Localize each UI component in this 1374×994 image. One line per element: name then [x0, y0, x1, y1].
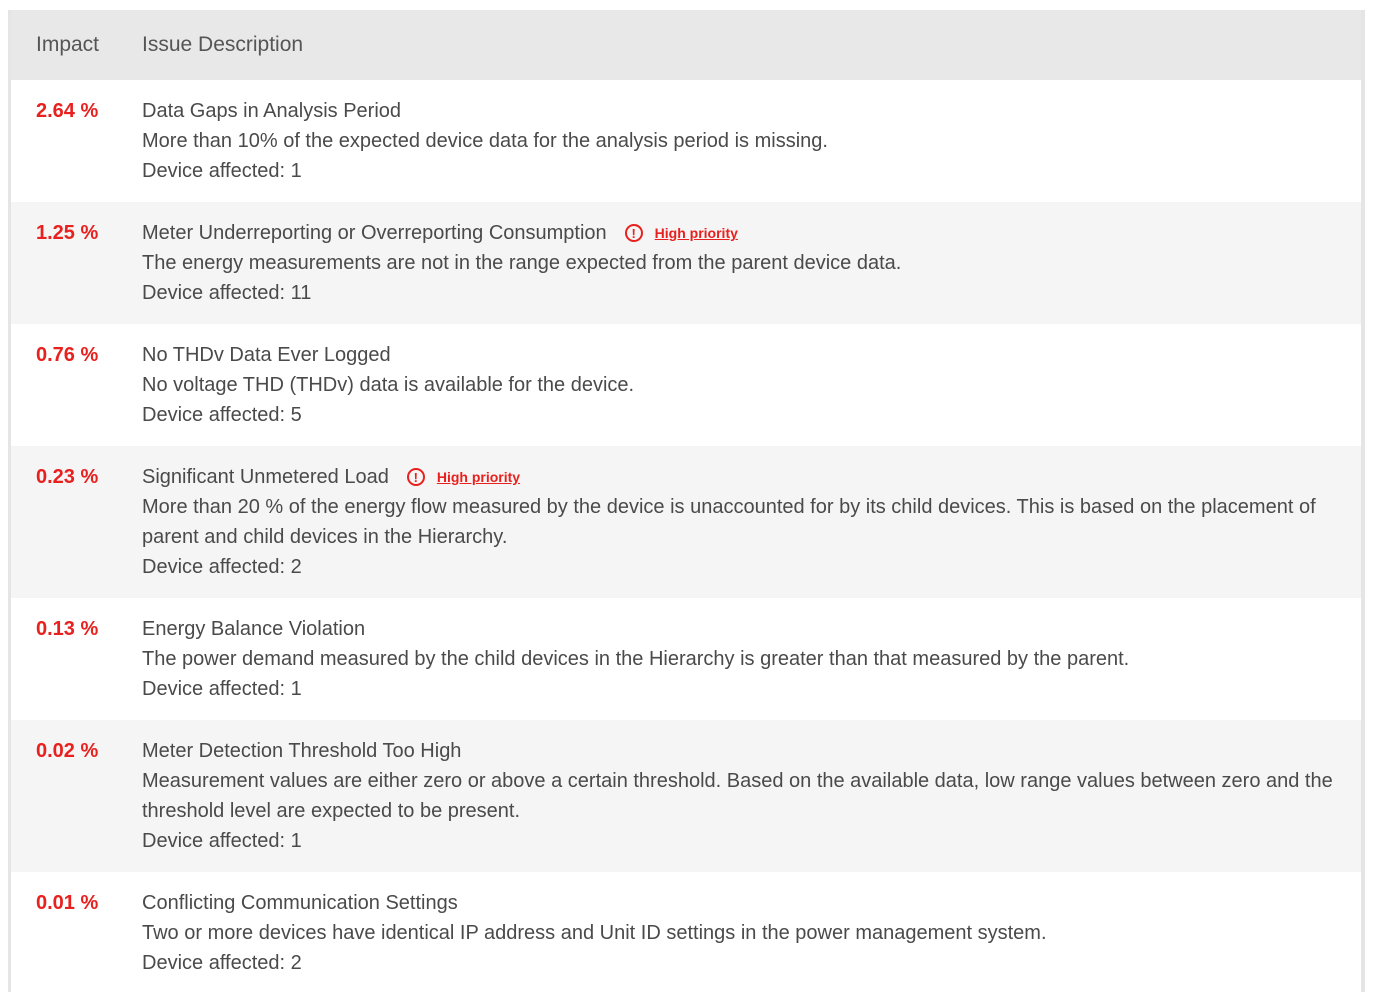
impact-value: 0.76 %: [36, 344, 99, 366]
issue-affected: Device affected: 5: [142, 404, 302, 426]
issue-title-line: No THDv Data Ever Logged: [142, 340, 1341, 370]
issue-description: No THDv Data Ever Logged No voltage THD …: [142, 340, 1361, 446]
issue-affected: Device affected: 2: [142, 556, 302, 578]
issue-title: Significant Unmetered Load: [142, 466, 389, 488]
issue-description: Energy Balance Violation The power deman…: [142, 614, 1361, 720]
issue-row: 2.64 % Data Gaps in Analysis Period More…: [11, 80, 1361, 202]
issue-detail: Measurement values are either zero or ab…: [142, 770, 1333, 822]
impact-value: 0.01 %: [36, 892, 99, 914]
issue-detail: The power demand measured by the child d…: [142, 648, 1130, 670]
issue-title: Conflicting Communication Settings: [142, 892, 458, 914]
impact-value: 0.02 %: [36, 740, 99, 762]
issue-affected: Device affected: 1: [142, 678, 302, 700]
issue-affected: Device affected: 2: [142, 952, 302, 974]
issue-detail: More than 20 % of the energy flow measur…: [142, 496, 1316, 548]
issues-list: 2.64 % Data Gaps in Analysis Period More…: [11, 80, 1361, 994]
issue-detail: No voltage THD (THDv) data is available …: [142, 374, 635, 396]
issue-affected: Device affected: 11: [142, 282, 312, 304]
header-impact: Impact: [36, 33, 100, 56]
issue-title-line: Significant Unmetered Load ! High priori…: [142, 462, 1341, 492]
issue-title: Meter Detection Threshold Too High: [142, 740, 462, 762]
issues-frame: Impact Issue Description 2.64 % Data Gap…: [8, 10, 1365, 994]
issue-title-line: Meter Detection Threshold Too High: [142, 736, 1341, 766]
issue-title: Data Gaps in Analysis Period: [142, 100, 402, 122]
issue-affected: Device affected: 1: [142, 830, 302, 852]
impact-value: 0.23 %: [36, 466, 99, 488]
impact-value: 0.13 %: [36, 618, 99, 640]
issue-description: Meter Detection Threshold Too High Measu…: [142, 736, 1361, 872]
issue-row: 0.23 % Significant Unmetered Load ! High…: [11, 446, 1361, 598]
issues-table: Impact Issue Description 2.64 % Data Gap…: [11, 10, 1361, 994]
issue-description: Data Gaps in Analysis Period More than 1…: [142, 96, 1361, 202]
issue-affected: Device affected: 1: [142, 160, 302, 182]
issue-row: 1.25 % Meter Underreporting or Overrepor…: [11, 202, 1361, 324]
issue-title-line: Meter Underreporting or Overreporting Co…: [142, 218, 1341, 248]
impact-value: 2.64 %: [36, 100, 99, 122]
issue-row: 0.02 % Meter Detection Threshold Too Hig…: [11, 720, 1361, 872]
issue-description: Significant Unmetered Load ! High priori…: [142, 462, 1361, 598]
issue-title: Energy Balance Violation: [142, 618, 366, 640]
issue-title-line: Conflicting Communication Settings: [142, 888, 1341, 918]
exclamation-circle-icon: !: [406, 468, 425, 486]
issue-title-line: Energy Balance Violation: [142, 614, 1341, 644]
issue-title-line: Data Gaps in Analysis Period: [142, 96, 1341, 126]
exclamation-circle-icon: !: [624, 224, 643, 242]
high-priority-indicator: ! High priority: [406, 462, 520, 492]
issue-detail: The energy measurements are not in the r…: [142, 252, 902, 274]
issue-detail: Two or more devices have identical IP ad…: [142, 922, 1047, 944]
issue-description: Meter Underreporting or Overreporting Co…: [142, 218, 1361, 324]
header-description: Issue Description: [142, 33, 304, 56]
impact-value: 1.25 %: [36, 222, 99, 244]
issue-detail: More than 10% of the expected device dat…: [142, 130, 828, 152]
high-priority-indicator: ! High priority: [624, 218, 738, 248]
high-priority-link[interactable]: High priority: [437, 462, 520, 492]
issue-title: No THDv Data Ever Logged: [142, 344, 391, 366]
issue-description: Conflicting Communication Settings Two o…: [142, 888, 1361, 994]
issue-row: 0.13 % Energy Balance Violation The powe…: [11, 598, 1361, 720]
issue-row: 0.01 % Conflicting Communication Setting…: [11, 872, 1361, 994]
high-priority-link[interactable]: High priority: [655, 218, 738, 248]
table-header: Impact Issue Description: [11, 10, 1361, 80]
issue-title: Meter Underreporting or Overreporting Co…: [142, 222, 607, 244]
issue-row: 0.76 % No THDv Data Ever Logged No volta…: [11, 324, 1361, 446]
